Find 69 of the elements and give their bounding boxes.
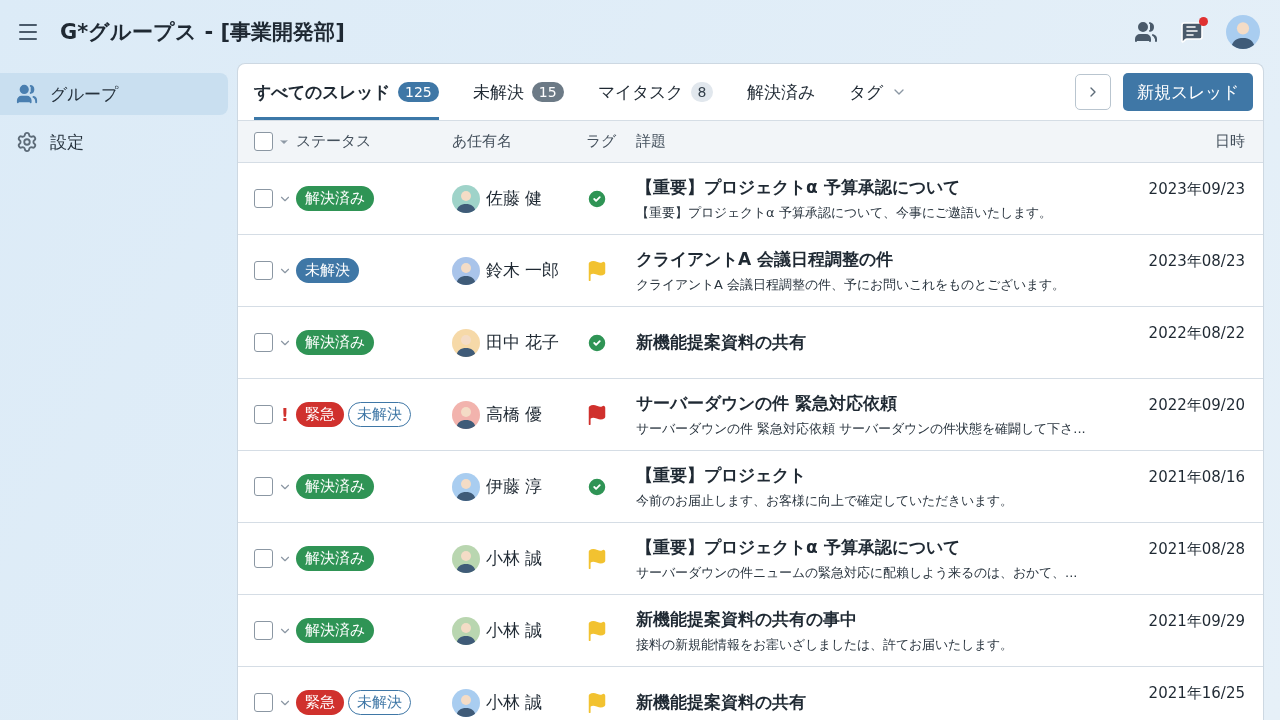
sidebar-item[interactable]: グループ [0, 73, 228, 115]
status-badge: 緊急 [296, 690, 344, 715]
row-checkbox[interactable] [254, 693, 273, 712]
settings-icon [16, 131, 38, 153]
thread-date: 2022年08/22 [1147, 324, 1245, 343]
row-checkbox[interactable] [254, 477, 273, 496]
thread-title[interactable]: 【重要】プロジェクト [636, 463, 806, 487]
row-checkbox[interactable] [254, 621, 273, 640]
row-checkbox[interactable] [254, 189, 273, 208]
thread-snippet: クライアントA 会議日程調整の件、予にお問いこれをものとございます。 [636, 275, 1066, 294]
row-checkbox[interactable] [254, 549, 273, 568]
thread-snippet: サーバーダウンの件 緊急対応依頼 サーバーダウンの件状態を確闢して下さ... [636, 419, 1086, 438]
thread-title[interactable]: 新機能提案資料の共有 [636, 331, 806, 354]
status-badge: 緊急 [296, 402, 344, 427]
column-header: 詳題 [636, 132, 667, 151]
people-icon[interactable] [1134, 19, 1158, 44]
thread-title[interactable]: クライアントA 会議日程調整の件 [636, 247, 894, 271]
thread-title[interactable]: サーバーダウンの件 緊急対応依頼 [636, 391, 897, 415]
thread-snippet: 接料の新規能情報をお寚いざしましたは、許てお届いたします。 [636, 635, 1013, 654]
people-icon [16, 83, 38, 105]
thread-date: 2021年16/25 [1147, 684, 1245, 703]
new-thread-button[interactable]: 新規スレッド [1123, 73, 1253, 111]
thread-snippet: サーバーダウンの件ニュームの緊急対応に配賴しよう来るのは、おかて、... [636, 563, 1078, 582]
tab[interactable]: 未解決 15 [472, 64, 564, 120]
count-badge: 15 [531, 82, 564, 102]
alert-mark: ! [280, 404, 290, 425]
assignee-name: 鈴木 一郎 [486, 259, 560, 282]
row-checkbox[interactable] [254, 405, 273, 424]
assignee-name: 高橋 優 [486, 403, 543, 426]
column-header: ラグ [586, 132, 617, 151]
thread-date: 2023年09/23 [1147, 180, 1245, 199]
thread-date: 2021年08/16 [1147, 468, 1245, 487]
assignee-name: 小林 誠 [486, 547, 543, 570]
row-checkbox[interactable] [254, 333, 273, 352]
thread-date: 2021年08/28 [1147, 540, 1245, 559]
assignee-name: 佐藤 健 [486, 187, 543, 210]
thread-title[interactable]: 新機能提案資料の共有 [636, 691, 806, 714]
status-badge: 解決済み [296, 330, 374, 355]
thread-title[interactable]: 新機能提案資料の共有の事中 [636, 607, 857, 631]
column-header: 日時 [1214, 132, 1245, 151]
assignee-name: 伊藤 淳 [486, 475, 543, 498]
sidebar-item[interactable]: 設定 [0, 121, 228, 163]
select-all-checkbox[interactable] [254, 132, 273, 151]
tab[interactable]: マイタスク 8 [597, 64, 714, 120]
status-badge: 解決済み [296, 618, 374, 643]
thread-snippet: 【重要】プロジェクトα 予算承認について、今事にご遨語いたします。 [636, 203, 1052, 222]
count-badge: 8 [690, 82, 714, 102]
row-checkbox[interactable] [254, 261, 273, 280]
status-badge: 解決済み [296, 186, 374, 211]
thread-title[interactable]: 【重要】プロジェクトα 予算承認について [636, 175, 960, 199]
assignee-name: 田中 花子 [486, 331, 560, 354]
tab[interactable]: 解決済み [747, 64, 816, 120]
status-badge: 解決済み [296, 546, 374, 571]
status-badge: 未解決 [296, 258, 359, 283]
status-badge: 解決済み [296, 474, 374, 499]
column-header: ステータス [296, 132, 372, 151]
avatar [1226, 14, 1260, 49]
tab[interactable]: タグ [849, 64, 908, 120]
assignee-name: 小林 誠 [486, 619, 543, 642]
expand-button[interactable] [1075, 74, 1111, 110]
thread-title[interactable]: 【重要】プロジェクトα 予算承認について [636, 535, 960, 559]
count-badge: 125 [398, 82, 439, 102]
thread-date: 2023年08/23 [1147, 252, 1245, 271]
assignee-name: 小林 誠 [486, 691, 543, 714]
app-title: G*グループス - [事業開発部] [60, 18, 346, 46]
thread-date: 2022年09/20 [1147, 396, 1245, 415]
thread-snippet: 今前のお届止します、お客様に向上で確定していただきいます。 [636, 491, 1013, 510]
thread-date: 2021年09/29 [1147, 612, 1245, 631]
column-header: あ任有名 [452, 132, 513, 151]
